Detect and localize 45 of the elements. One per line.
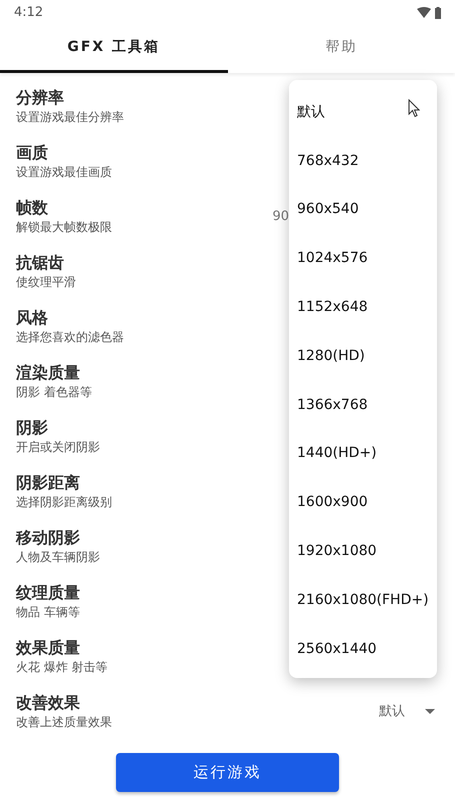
setting-title: 抗锯齿 (16, 252, 64, 272)
setting-description: 选择阴影距离级别 (16, 494, 112, 510)
status-time: 4:12 (14, 4, 44, 22)
setting-description: 选择您喜欢的滤色器 (16, 328, 124, 346)
setting-description: 物品 车辆等 (16, 604, 80, 620)
menu-item[interactable]: 2560x1440 (289, 624, 437, 674)
tab[interactable]: GFX 工具箱 (0, 25, 228, 73)
menu-item[interactable]: 960x540 (289, 186, 437, 234)
setting-description: 设置游戏最佳画质 (16, 164, 112, 180)
setting-description: 解锁最大帧数极限 (16, 218, 112, 236)
menu-item[interactable]: 1152x648 (289, 283, 437, 332)
setting-title: 渲染质量 (16, 362, 80, 382)
menu-item[interactable]: 1600x900 (289, 478, 437, 528)
setting-title: 阴影 (16, 418, 48, 438)
setting-description: 火花 爆炸 射击等 (16, 658, 108, 676)
menu-item[interactable]: 1920x1080 (289, 527, 437, 576)
setting-title: 纹理质量 (16, 582, 80, 602)
menu-item[interactable]: 1024x576 (289, 234, 437, 284)
setting-title: 风格 (16, 308, 48, 328)
setting-description: 阴影 着色器等 (16, 384, 92, 400)
setting-description: 开启或关闭阴影 (16, 438, 100, 456)
setting-title: 移动阴影 (16, 528, 80, 548)
setting-description: 使纹理平滑 (16, 274, 76, 290)
menu-item[interactable]: 1366x768 (289, 380, 437, 430)
setting-title: 效果质量 (16, 638, 80, 658)
battery-icon (435, 6, 441, 18)
menu-item[interactable]: 2160x1080(FHD+) (289, 576, 437, 625)
run-game-button[interactable]: 运行游戏 (116, 753, 339, 792)
menu-item[interactable]: 默认 (289, 88, 437, 137)
setting-value: 90 (272, 208, 289, 226)
menu-item[interactable]: 1440(HD+) (289, 430, 437, 478)
menu-item[interactable]: 768x432 (289, 136, 437, 186)
setting-title: 分辨率 (16, 88, 64, 108)
menu-item[interactable]: 1280(HD) (289, 332, 437, 381)
wifi-icon (417, 7, 431, 18)
value-dropdown[interactable]: 默认 (379, 702, 435, 722)
setting-title: 画质 (16, 142, 48, 162)
setting-description: 设置游戏最佳分辨率 (16, 108, 124, 126)
tab[interactable]: 帮助 (228, 25, 455, 73)
setting-title: 改善效果 (16, 692, 80, 712)
mouse-cursor-icon (408, 99, 420, 118)
setting-description: 人物及车辆阴影 (16, 548, 100, 566)
setting-description: 改善上述质量效果 (16, 714, 112, 730)
setting-title: 阴影距离 (16, 472, 80, 492)
setting-title: 帧数 (16, 198, 48, 218)
